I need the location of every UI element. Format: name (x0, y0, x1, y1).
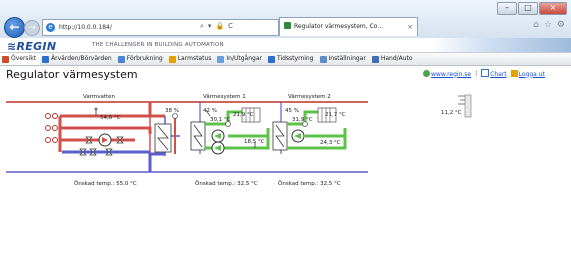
back-button[interactable]: ← (4, 17, 25, 38)
nav-label: Hand/Auto (380, 55, 413, 62)
nav-larmstatus[interactable]: Larmstatus (167, 53, 216, 65)
maximize-button[interactable]: □ (518, 2, 538, 15)
chart-icon (481, 69, 490, 77)
header-image (430, 38, 571, 52)
vs1-valve-percent: 42 % (203, 108, 217, 114)
nav-label: Förbrukning (126, 55, 163, 62)
window-buttons: – □ × (497, 2, 567, 15)
nav-installningar[interactable]: Inställningar (318, 53, 370, 65)
nav-arvarden[interactable]: Ärvärden/Börvärden (40, 53, 116, 65)
minimize-button[interactable]: – (497, 2, 517, 15)
vs2-return-temp: 24,3 °C (320, 140, 341, 146)
settings-icon (319, 55, 327, 63)
nav-label: Översikt (11, 55, 37, 62)
section-label-vs1: Värmesystem 1 (203, 94, 246, 100)
nav-oversikt[interactable]: Översikt (0, 53, 41, 65)
vs1-supply-temp: 30,1 °C (210, 117, 231, 123)
close-button[interactable]: × (539, 2, 567, 15)
vs1-return-temp: 18,5 °C (244, 139, 265, 145)
top-links: www.regin.se | Chart Logga ut (423, 69, 545, 78)
nav-hand-auto[interactable]: Hand/Auto (370, 53, 417, 65)
outdoor-temp: 11,2 °C (441, 110, 462, 116)
vs2-setpoint: Önskad temp.: 32,5 °C (278, 180, 341, 187)
home-icon[interactable]: ⌂ (533, 20, 539, 30)
dhw-setpoint: Önskad temp.: 55,0 °C (74, 180, 137, 187)
vs2-valve-percent: 45 % (285, 108, 299, 114)
nav-label: Larmstatus (177, 55, 212, 62)
values-icon (42, 55, 50, 63)
chart-link[interactable]: Chart (481, 69, 507, 78)
tab-title: Regulator värmesystem, Co... (294, 23, 384, 30)
nav-label: Tidsstyrning (276, 55, 314, 62)
vs2-circuit (272, 102, 347, 154)
tab-close-icon[interactable]: × (407, 18, 413, 36)
dhw-valve-percent: 38 % (165, 108, 179, 114)
overview-icon (2, 55, 9, 63)
section-label-varmvatten: Varmvatten (83, 94, 116, 100)
dropdown-icon[interactable]: ▾ (208, 19, 212, 34)
nav-tidsstyrning[interactable]: Tidsstyrning (266, 53, 318, 65)
logout-link[interactable]: Logga ut (510, 69, 545, 78)
nav-in-utgangar[interactable]: In/Utgångar (215, 53, 266, 65)
tagline: THE CHALLENGER IN BUILDING AUTOMATION (92, 42, 224, 48)
separator: | (475, 70, 478, 77)
schedule-icon (267, 55, 275, 63)
address-icons: ⌕ ▾ 🔒 C (200, 19, 233, 34)
favicon-icon (284, 22, 291, 29)
vs2-supply-temp: 31,9 °C (292, 117, 313, 123)
nav-label: Ärvärden/Börvärden (51, 55, 112, 62)
search-icon[interactable]: ⌕ (200, 19, 204, 34)
vs1-room-temp: 21,9 °C (233, 112, 254, 118)
site-header: ≋REGIN THE CHALLENGER IN BUILDING AUTOMA… (0, 38, 571, 53)
globe-icon (423, 69, 430, 77)
forward-button[interactable]: → (24, 20, 40, 36)
nav-label: Inställningar (328, 55, 366, 62)
refresh-icon[interactable]: C (228, 19, 233, 34)
nav-label: In/Utgångar (226, 55, 262, 62)
main-nav: Översikt Ärvärden/Börvärden Förbrukning … (0, 52, 571, 66)
consumption-icon (117, 55, 125, 63)
process-diagram: Varmvatten Värmesystem 1 Värmesystem 2 5… (6, 94, 472, 187)
nav-forbrukning[interactable]: Förbrukning (116, 53, 167, 65)
hand-auto-icon (371, 55, 379, 63)
vs1-setpoint: Önskad temp.: 32,5 °C (195, 180, 258, 187)
browser-chrome: – □ × ← → e http://10.0.0.184/ ⌕ ▾ 🔒 C R… (0, 0, 571, 39)
logout-icon (510, 69, 518, 77)
section-label-vs2: Värmesystem 2 (288, 94, 331, 100)
gear-icon[interactable]: ⚙ (557, 20, 565, 30)
alarm-icon (168, 55, 176, 63)
address-bar[interactable]: e http://10.0.0.184/ (42, 19, 279, 36)
io-icon (217, 55, 225, 63)
lock-icon: 🔒 (215, 22, 225, 30)
dhw-supply-temp: 54,6 °C (100, 115, 121, 121)
browser-tab[interactable]: Regulator värmesystem, Co... × (279, 17, 418, 36)
favorites-icon[interactable]: ☆ (544, 20, 552, 30)
vs2-room-temp: 21,7 °C (325, 112, 346, 118)
web-page: ≋REGIN THE CHALLENGER IN BUILDING AUTOMA… (0, 38, 571, 276)
website-link[interactable]: www.regin.se (423, 69, 471, 78)
page-title: Regulator värmesystem (6, 68, 138, 81)
address-url: http://10.0.0.184/ (59, 24, 112, 31)
ie-icon: e (46, 23, 55, 32)
browser-tools: ⌂ ☆ ⚙ (533, 20, 565, 30)
